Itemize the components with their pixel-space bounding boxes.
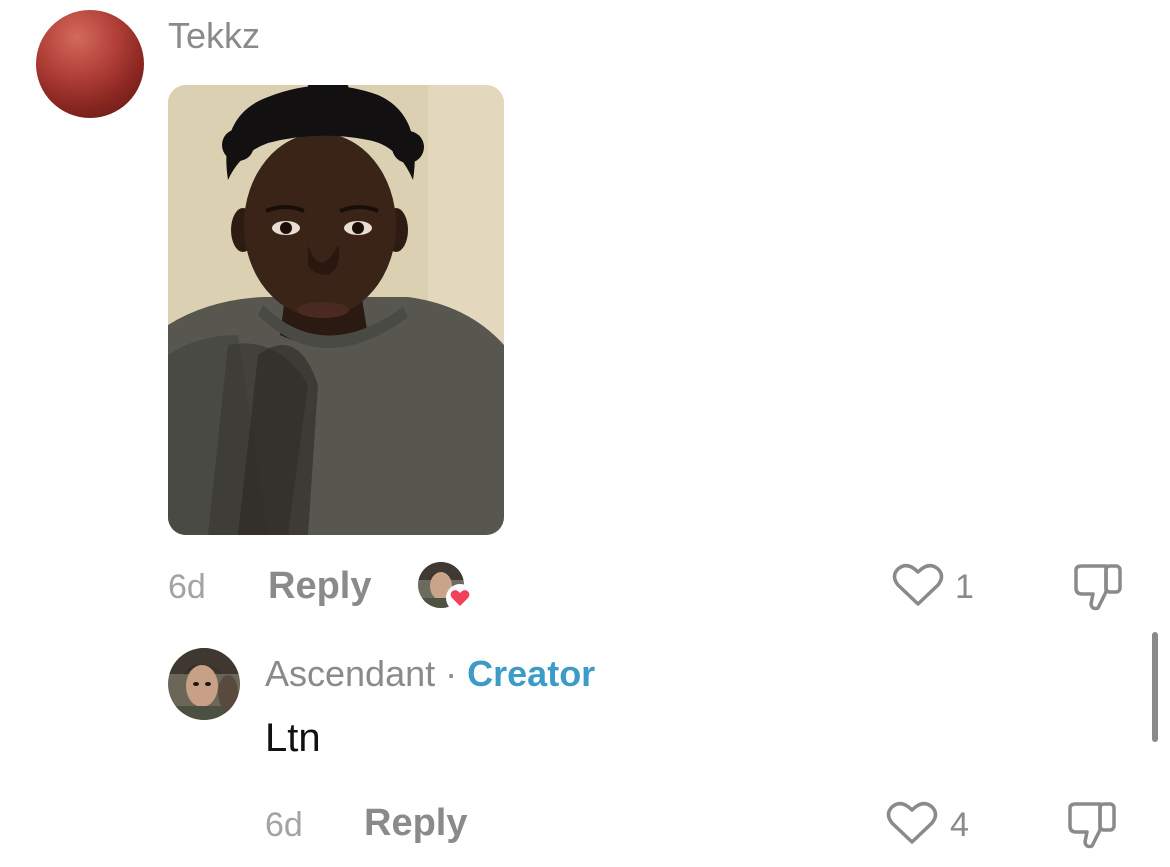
reply-like-count: 4 xyxy=(950,806,969,844)
like-count: 1 xyxy=(955,568,974,606)
reply-button[interactable]: Reply xyxy=(268,567,371,605)
comment-username[interactable]: Tekkz xyxy=(168,18,260,54)
comment-photo-attachment[interactable] xyxy=(168,85,504,535)
reply-to-reply-button[interactable]: Reply xyxy=(364,804,467,842)
liked-by-creator-indicator xyxy=(418,562,474,612)
heart-outline-icon[interactable] xyxy=(892,562,944,608)
reply-username-row: Ascendant · Creator xyxy=(265,656,595,692)
thumbs-down-icon[interactable] xyxy=(1072,562,1124,612)
heart-outline-icon[interactable] xyxy=(886,800,938,846)
comment-timestamp: 6d xyxy=(168,568,206,606)
reply-timestamp: 6d xyxy=(265,806,303,844)
reply-avatar[interactable] xyxy=(168,648,240,720)
comments-screen: Tekkz 6d Reply 1 Ascendant · Creator Ltn… xyxy=(0,0,1170,867)
reply-username[interactable]: Ascendant xyxy=(265,653,435,694)
reply-comment-text: Ltn xyxy=(265,716,321,760)
separator-dot: · xyxy=(445,653,458,694)
heart-badge-icon xyxy=(446,584,474,612)
avatar[interactable] xyxy=(36,10,144,118)
thumbs-down-icon[interactable] xyxy=(1066,800,1118,850)
scrollbar[interactable] xyxy=(1152,632,1158,742)
creator-badge: Creator xyxy=(467,653,596,694)
